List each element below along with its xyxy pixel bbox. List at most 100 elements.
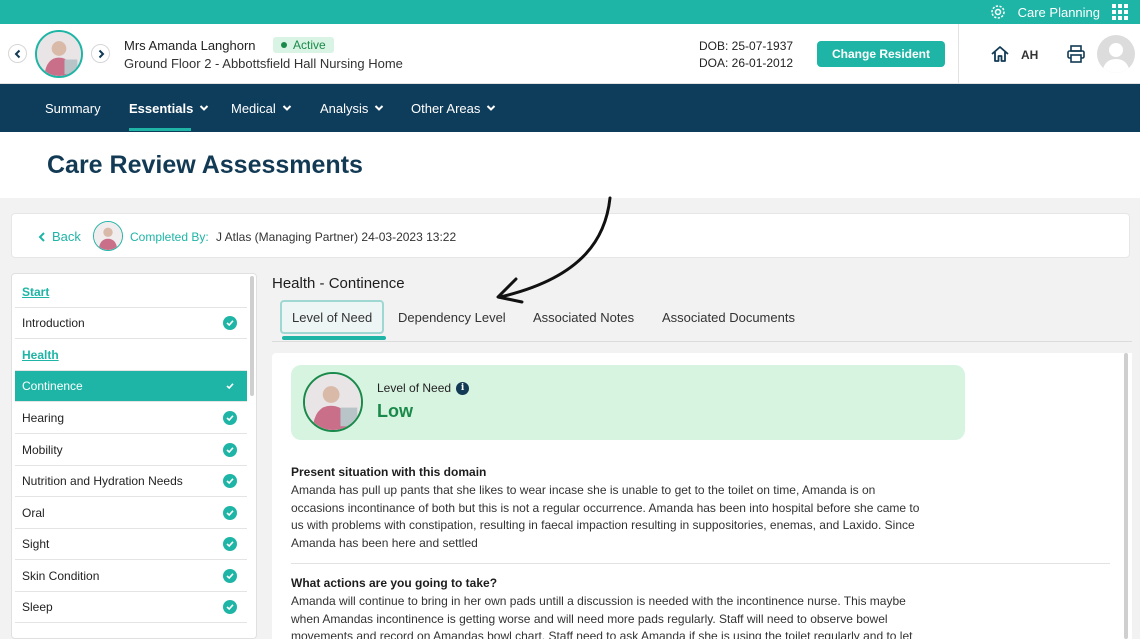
nav-other-areas-label: Other Areas [411,100,481,116]
top-app-bar: Care Planning [0,0,1140,24]
answer-line: when Amandas incontinence is getting wor… [291,611,888,626]
tab-associated-documents[interactable]: Associated Documents [662,300,795,334]
tab-associated-notes[interactable]: Associated Notes [533,300,634,334]
sidebar-item-label: Hearing [22,411,65,425]
nav-analysis-label: Analysis [320,100,369,116]
next-resident-button[interactable] [91,44,110,63]
completed-by-value: J Atlas (Managing Partner) 24-03-2023 13… [216,230,457,244]
nav-medical[interactable]: Medical [231,84,292,132]
tab-level-of-need[interactable]: Level of Need [280,300,385,334]
tab-dependency-level[interactable]: Dependency Level [398,300,506,334]
date-of-admission: DOA: 26-01-2012 [699,56,794,70]
chevron-down-icon [200,105,209,111]
user-initials[interactable]: AH [1021,48,1038,62]
main-nav: Summary Essentials Medical Analysis Othe… [0,84,1140,132]
active-tab-indicator [282,336,386,340]
chevron-down-icon [282,105,292,111]
previous-resident-button[interactable] [8,44,27,63]
content-scrollbar[interactable] [1124,353,1128,639]
status-badge: Active [273,37,334,53]
assessment-sidebar: Start Introduction Health Continence Hea… [11,273,257,639]
sidebar-item-sleep[interactable]: Sleep [15,592,247,623]
sidebar-item-label: Introduction [22,316,85,330]
chevron-left-icon [38,231,45,242]
sidebar-item-nutrition[interactable]: Nutrition and Hydration Needs [15,466,247,497]
status-label: Active [293,38,326,52]
nav-analysis[interactable]: Analysis [320,84,384,132]
chevron-right-icon [98,49,104,58]
sidebar-section-health[interactable]: Health [15,340,247,371]
answer-line: Amanda has been here and settled [291,535,478,550]
check-circle-icon [223,474,237,488]
sidebar-item-label: Skin Condition [22,569,100,583]
section-title: Health - Continence [272,275,405,292]
sidebar-scrollbar[interactable] [250,276,254,396]
home-icon[interactable] [990,44,1010,64]
question-title: What actions are you going to take? [291,576,498,590]
sidebar-item-label: Sleep [22,600,53,614]
page-header: Care Review Assessments [0,132,1140,198]
apps-grid-icon[interactable] [1112,4,1128,20]
sidebar-item-label: Continence [22,379,83,393]
back-label: Back [52,229,81,244]
nav-essentials[interactable]: Essentials [129,84,209,132]
sidebar-item-label: Mobility [22,443,63,457]
divider [958,24,959,84]
question-answer: Amanda has pull up pants that she likes … [291,482,971,552]
status-dot-icon [281,42,287,48]
sidebar-item-continence[interactable]: Continence [15,371,247,402]
sidebar-item-oral[interactable]: Oral [15,498,247,529]
app-name[interactable]: Care Planning [1018,5,1100,20]
level-of-need-label: Level of Need i [377,381,470,395]
resident-name: Mrs Amanda Langhorn [124,38,256,53]
sidebar-item-sight[interactable]: Sight [15,529,247,560]
check-circle-icon [223,411,237,425]
question-answer: Amanda will continue to bring in her own… [291,593,971,639]
nav-summary-label: Summary [45,100,101,116]
check-icon [223,379,237,393]
resident-location: Ground Floor 2 - Abbottsfield Hall Nursi… [124,56,403,71]
chevron-left-icon [14,49,20,58]
chevron-down-icon [487,105,496,111]
assessment-content: Level of Need i Low Present situation wi… [272,353,1132,639]
level-of-need-card: Level of Need i Low [291,365,965,440]
level-of-need-label-text: Level of Need [377,381,452,395]
tab-bar: Level of Need Dependency Level Associate… [272,300,1132,342]
level-of-need-value: Low [377,401,413,421]
print-icon[interactable] [1066,44,1086,64]
completed-by-bar: Back Completed By: J Atlas (Managing Par… [11,213,1130,258]
answer-line: us with problems with constipation, resu… [291,518,915,532]
sidebar-item-label: Start [22,285,50,299]
sidebar-item-mobility[interactable]: Mobility [15,435,247,466]
sidebar-item-label: Sight [22,537,50,551]
user-avatar[interactable] [1097,35,1135,73]
check-circle-icon [223,443,237,457]
answer-line: movements and record on Amandas bowl cha… [291,629,913,639]
change-resident-button[interactable]: Change Resident [817,41,945,67]
divider [291,563,1110,564]
answer-line: Amanda has pull up pants that she likes … [291,483,876,497]
sidebar-item-skin-condition[interactable]: Skin Condition [15,561,247,592]
date-of-birth: DOB: 25-07-1937 [699,39,794,53]
nav-other-areas[interactable]: Other Areas [411,84,496,132]
answer-line: occasions incontinance of both but this … [291,500,920,515]
active-nav-indicator [129,128,191,131]
nav-summary[interactable]: Summary [45,84,101,132]
chevron-down-icon [375,105,384,111]
check-circle-icon [223,506,237,520]
sidebar-item-label: Health [22,348,59,362]
check-circle-icon [223,537,237,551]
info-icon[interactable]: i [456,381,470,395]
back-button[interactable]: Back [38,229,81,244]
nav-medical-label: Medical [231,100,276,116]
answer-line: Amanda will continue to bring in her own… [291,594,906,608]
gear-icon[interactable] [990,4,1006,20]
sidebar-section-start[interactable]: Start [15,277,247,308]
sidebar-item-introduction[interactable]: Introduction [15,308,247,339]
sidebar-item-label: Oral [22,506,45,520]
check-circle-icon [223,316,237,330]
nav-essentials-label: Essentials [129,100,194,116]
page-title: Care Review Assessments [47,151,363,179]
question-title: Present situation with this domain [291,465,487,479]
sidebar-item-hearing[interactable]: Hearing [15,403,247,434]
